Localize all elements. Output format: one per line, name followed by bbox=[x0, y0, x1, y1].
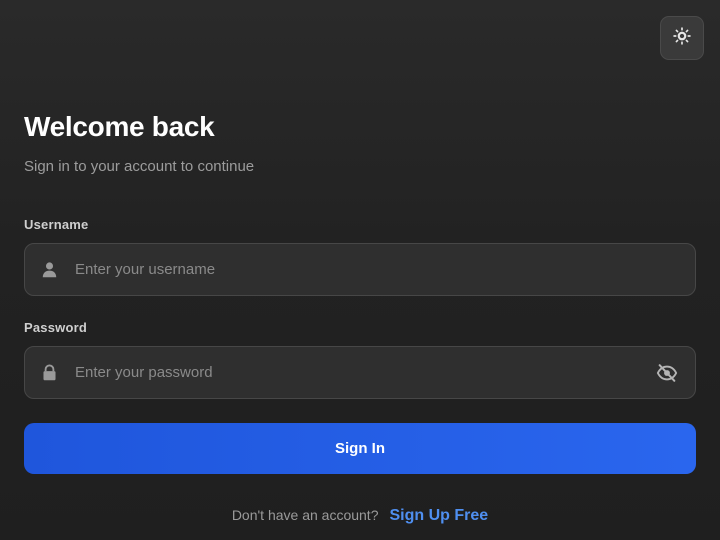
sun-icon bbox=[672, 26, 692, 51]
lock-icon bbox=[41, 364, 58, 381]
theme-toggle-button[interactable] bbox=[660, 16, 704, 60]
password-input[interactable] bbox=[75, 347, 635, 398]
username-input[interactable] bbox=[75, 244, 635, 295]
page-title: Welcome back bbox=[24, 111, 215, 142]
eye-off-icon[interactable] bbox=[656, 362, 678, 384]
page-subtitle: Sign in to your account to continue bbox=[24, 158, 255, 175]
password-field[interactable] bbox=[24, 346, 696, 399]
sign-up-link[interactable]: Sign Up Free bbox=[389, 507, 488, 525]
username-field[interactable] bbox=[24, 243, 696, 296]
password-label: Password bbox=[24, 320, 88, 335]
username-label: Username bbox=[24, 217, 89, 232]
sign-in-button[interactable]: Sign In bbox=[24, 423, 696, 474]
signup-footer: Don't have an account? Sign Up Free bbox=[0, 507, 720, 525]
user-icon bbox=[41, 261, 58, 278]
signup-prompt: Don't have an account? bbox=[231, 507, 379, 523]
